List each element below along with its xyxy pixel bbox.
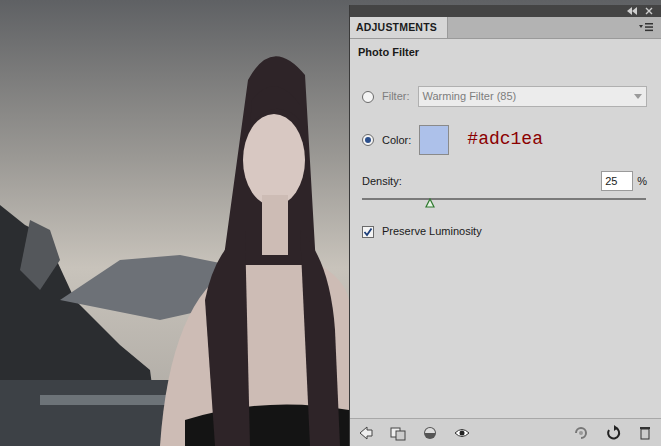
tab-strip: ADJUSTMENTS <box>350 17 661 39</box>
option-radio[interactable] <box>362 91 374 103</box>
adjustments-panel: ADJUSTMENTSPhoto Filter Filter: Warming Fi… <box>349 5 661 446</box>
panel-menu-icon[interactable] <box>639 22 653 32</box>
slider-track-line <box>362 198 646 200</box>
dropdown-arrow-icon <box>634 94 642 99</box>
adjustment-title: Photo Filter <box>350 39 661 67</box>
preserve-luminosity-row: Preserve Luminosity <box>362 223 647 240</box>
workspace: ADJUSTMENTSPhoto Filter Filter: Warming Fi… <box>0 0 661 446</box>
color-hex-annotation: #adc1ea <box>467 126 543 153</box>
slider-thumb[interactable] <box>425 198 435 208</box>
back-arrow-icon[interactable] <box>358 425 374 441</box>
adjustments-tab[interactable]: ADJUSTMENTS <box>350 17 448 38</box>
panel-title-bar <box>350 5 661 17</box>
density-label: Density: <box>362 173 402 190</box>
option-radio[interactable] <box>362 134 374 146</box>
panel-body: Photo Filter Filter: Warming Filter (85) Co… <box>350 39 661 418</box>
layer-mask-icon[interactable] <box>422 425 438 441</box>
option-label: Filter: <box>382 88 410 105</box>
filter-dropdown[interactable]: Warming Filter (85) <box>418 86 648 107</box>
filter-value: Warming Filter (85) <box>423 88 635 105</box>
density-row: Density: 25% <box>362 171 647 192</box>
delete-icon[interactable] <box>637 425 653 441</box>
radio-dot <box>365 137 371 143</box>
eye-icon[interactable] <box>454 425 470 441</box>
option-label: Color: <box>382 132 411 149</box>
close-icon[interactable] <box>645 7 653 15</box>
filter-option-row: Filter: Warming Filter (85) <box>362 86 647 107</box>
reset-icon[interactable] <box>605 425 621 441</box>
density-slider[interactable] <box>362 195 646 209</box>
density-input[interactable]: 25 <box>601 171 633 192</box>
density-unit: % <box>637 173 647 190</box>
photo-filter-settings: Filter: Warming Filter (85) Color: #adc1ea D… <box>350 66 661 240</box>
filter-option-row: Color: #adc1ea <box>362 125 647 155</box>
panel-toolbar <box>350 418 661 446</box>
preserve-luminosity-label: Preserve Luminosity <box>382 223 482 240</box>
checkmark-icon <box>363 227 373 237</box>
preserve-luminosity-checkbox[interactable] <box>362 226 374 238</box>
clip-layer-icon[interactable] <box>390 425 406 441</box>
collapse-icon[interactable] <box>627 7 637 15</box>
view-previous-icon[interactable] <box>573 425 589 441</box>
color-swatch[interactable] <box>419 125 449 155</box>
